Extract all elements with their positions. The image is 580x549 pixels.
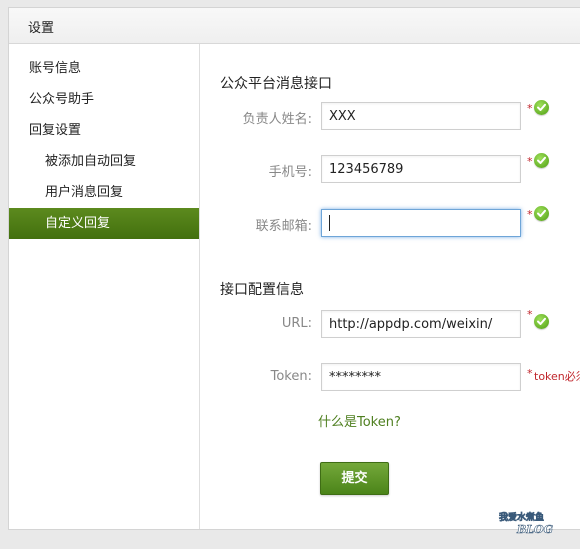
- sidebar-item-reply-settings[interactable]: 回复设置: [9, 115, 199, 146]
- check-icon: [534, 206, 549, 221]
- phone-label: 手机号:: [268, 165, 312, 180]
- phone-field[interactable]: [321, 155, 521, 183]
- what-is-token-link[interactable]: 什么是Token?: [318, 411, 401, 430]
- sidebar: 账号信息 公众号助手 回复设置 被添加自动回复 用户消息回复 自定义回复: [9, 44, 200, 529]
- settings-panel: 设置 账号信息 公众号助手 回复设置 被添加自动回复 用户消息回复 自定义回复 …: [8, 7, 580, 530]
- sidebar-item-auto-reply[interactable]: 被添加自动回复: [9, 146, 199, 177]
- url-label: URL:: [281, 316, 312, 331]
- submit-button[interactable]: 提交: [320, 462, 389, 495]
- required-mark: *: [527, 367, 533, 380]
- url-field[interactable]: [321, 310, 521, 338]
- name-label: 负责人姓名:: [242, 112, 312, 127]
- check-icon: [534, 100, 549, 115]
- blog-watermark-logo: 我爱水煮鱼 BLOG: [497, 509, 569, 537]
- token-label: Token:: [270, 369, 312, 384]
- page-title: 设置: [28, 21, 55, 36]
- check-icon: [534, 314, 549, 329]
- sidebar-item-assistant[interactable]: 公众号助手: [9, 84, 199, 115]
- section-title-message-interface: 公众平台消息接口: [220, 76, 332, 92]
- panel-header: 设置: [9, 8, 580, 44]
- email-label: 联系邮箱:: [255, 219, 312, 234]
- token-error-message: token必须: [534, 370, 580, 383]
- sidebar-item-account-info[interactable]: 账号信息: [9, 53, 199, 84]
- required-mark: *: [527, 208, 533, 221]
- email-field[interactable]: [321, 209, 521, 237]
- svg-text:我爱水煮鱼: 我爱水煮鱼: [499, 511, 544, 523]
- sidebar-item-custom-reply[interactable]: 自定义回复: [9, 208, 199, 239]
- name-field[interactable]: [321, 102, 521, 130]
- section-title-interface-config: 接口配置信息: [220, 282, 304, 298]
- main-form: 公众平台消息接口 负责人姓名: * 手机号: * 联系邮箱: * 接口配置信息 …: [200, 44, 580, 529]
- required-mark: *: [527, 155, 533, 168]
- token-field[interactable]: [321, 363, 521, 391]
- check-icon: [534, 153, 549, 168]
- svg-text:BLOG: BLOG: [516, 523, 553, 536]
- text-cursor: [329, 215, 330, 231]
- required-mark: *: [527, 102, 533, 115]
- sidebar-item-message-reply[interactable]: 用户消息回复: [9, 177, 199, 208]
- required-mark: *: [527, 308, 533, 321]
